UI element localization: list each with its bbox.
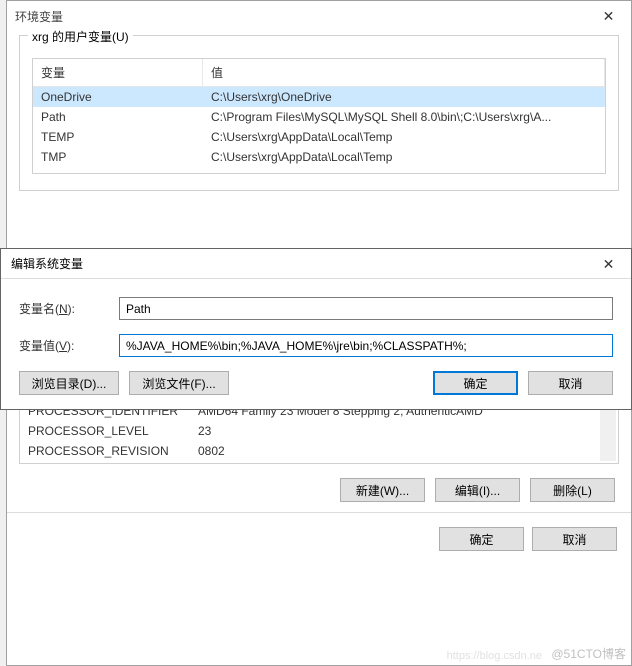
name-row: 变量名(N): (19, 297, 613, 320)
user-vars-group: xrg 的用户变量(U) 变量 值 OneDrive C:\Users\xrg\… (19, 35, 619, 191)
var-value: C:\Users\xrg\OneDrive (203, 87, 605, 107)
var-value: 0802 (190, 441, 618, 461)
var-name: TEMP (33, 127, 203, 147)
env-vars-title: 环境变量 (15, 8, 63, 25)
table-row[interactable]: TMP C:\Users\xrg\AppData\Local\Temp (33, 147, 605, 167)
table-row[interactable]: PROCESSOR_REVISION 0802 (20, 441, 618, 461)
table-row[interactable]: Path C:\Program Files\MySQL\MySQL Shell … (33, 107, 605, 127)
table-header: 变量 值 (33, 59, 605, 87)
cancel-button[interactable]: 取消 (532, 527, 617, 551)
var-value: C:\Users\xrg\AppData\Local\Temp (203, 127, 605, 147)
new-button[interactable]: 新建(W)... (340, 478, 425, 502)
var-name: TMP (33, 147, 203, 167)
edit-button[interactable]: 编辑(I)... (435, 478, 520, 502)
edit-ok-button[interactable]: 确定 (433, 371, 518, 395)
value-label: 变量值(V): (19, 337, 119, 354)
main-footer-buttons: 确定 取消 (7, 512, 631, 565)
edit-var-titlebar: 编辑系统变量 ✕ (1, 249, 631, 279)
var-name: Path (33, 107, 203, 127)
delete-button[interactable]: 删除(L) (530, 478, 615, 502)
var-value: 23 (190, 421, 618, 441)
browse-dir-button[interactable]: 浏览目录(D)... (19, 371, 119, 395)
table-row[interactable]: OneDrive C:\Users\xrg\OneDrive (33, 87, 605, 107)
var-value: C:\Users\xrg\AppData\Local\Temp (203, 147, 605, 167)
edit-var-dialog: 编辑系统变量 ✕ 变量名(N): 变量值(V): 浏览目录(D)... 浏览文件… (0, 248, 632, 410)
close-icon[interactable]: ✕ (586, 1, 631, 31)
table-row[interactable]: PROCESSOR_LEVEL 23 (20, 421, 618, 441)
name-label: 变量名(N): (19, 300, 119, 317)
col-value[interactable]: 值 (203, 59, 605, 86)
user-vars-body: OneDrive C:\Users\xrg\OneDrive Path C:\P… (33, 87, 605, 173)
browse-file-button[interactable]: 浏览文件(F)... (129, 371, 229, 395)
edit-button-row: 浏览目录(D)... 浏览文件(F)... 确定 取消 (19, 371, 613, 395)
value-row: 变量值(V): (19, 334, 613, 357)
var-name-input[interactable] (119, 297, 613, 320)
ok-button[interactable]: 确定 (439, 527, 524, 551)
edit-form: 变量名(N): 变量值(V): 浏览目录(D)... 浏览文件(F)... 确定… (1, 279, 631, 409)
var-value: C:\Program Files\MySQL\MySQL Shell 8.0\b… (203, 107, 605, 127)
var-name: OneDrive (33, 87, 203, 107)
table-row[interactable]: TEMP C:\Users\xrg\AppData\Local\Temp (33, 127, 605, 147)
var-name: PROCESSOR_LEVEL (20, 421, 190, 441)
close-icon[interactable]: ✕ (586, 249, 631, 279)
var-name: PROCESSOR_REVISION (20, 441, 190, 461)
user-vars-table[interactable]: 变量 值 OneDrive C:\Users\xrg\OneDrive Path… (32, 58, 606, 174)
edit-cancel-button[interactable]: 取消 (528, 371, 613, 395)
col-variable[interactable]: 变量 (33, 59, 203, 86)
edit-var-title: 编辑系统变量 (11, 255, 83, 272)
var-value-input[interactable] (119, 334, 613, 357)
user-vars-group-label: xrg 的用户变量(U) (28, 28, 133, 45)
system-vars-buttons: 新建(W)... 编辑(I)... 删除(L) (19, 478, 619, 502)
env-vars-titlebar: 环境变量 ✕ (7, 1, 631, 31)
